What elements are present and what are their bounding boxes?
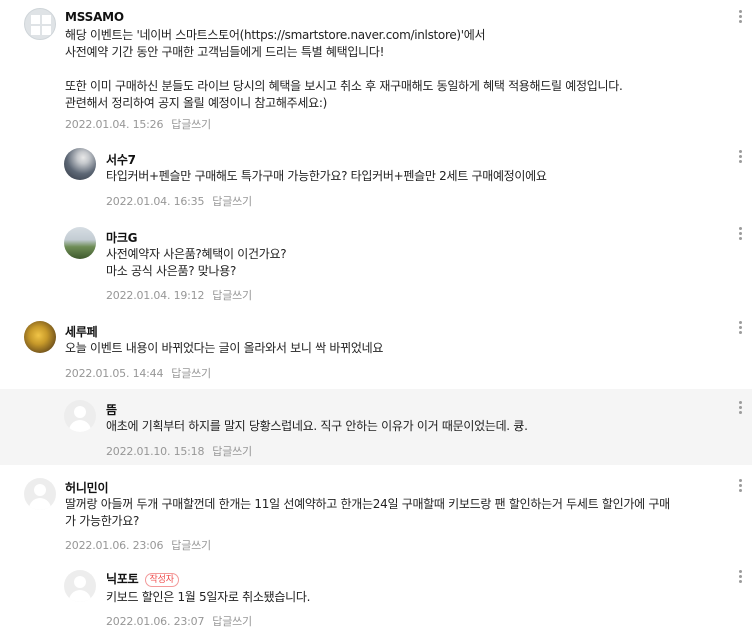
avatar[interactable] (64, 148, 96, 180)
more-options-icon[interactable] (739, 570, 743, 585)
reply-button[interactable]: 답글쓰기 (212, 195, 252, 208)
comment-item: 닉포토 작성자 키보드 할인은 1월 5일자로 취소됐습니다. 2022.01.0… (0, 560, 752, 642)
comment-author[interactable]: 허니민이 (65, 479, 109, 496)
avatar[interactable] (64, 400, 96, 432)
reply-button[interactable]: 답글쓰기 (171, 367, 211, 380)
more-options-icon[interactable] (739, 150, 743, 165)
comment-text: 키보드 할인은 1월 5일자로 취소됐습니다. (106, 590, 311, 604)
comment-author[interactable]: 닉포토 작성자 (106, 570, 179, 587)
avatar[interactable] (24, 478, 56, 510)
author-badge: 작성자 (144, 573, 179, 587)
more-options-icon[interactable] (739, 321, 743, 336)
comment-item: 서수7 타입커버+펜슬만 구매해도 특가구매 가능한가요? 타입커버+펜슬만 2… (0, 140, 752, 215)
comment-text: 해당 이벤트는 '네이버 스마트스토어(https://smartstore.n… (65, 28, 623, 110)
comment-item: MSSAMO 해당 이벤트는 '네이버 스마트스토어(https://smart… (0, 0, 752, 140)
window-logo-icon (31, 15, 51, 35)
comment-author[interactable]: 세루페 (65, 323, 98, 340)
comment-text: 딸꺼랑 아들꺼 두개 구매할껀데 한개는 11일 선예약하고 한개는24일 구매… (65, 497, 670, 528)
comment-meta: 2022.01.04. 19:12 답글쓰기 (106, 287, 252, 303)
more-options-icon[interactable] (739, 10, 743, 25)
more-options-icon[interactable] (739, 401, 743, 416)
comment-item: 허니민이 딸꺼랑 아들꺼 두개 구매할껀데 한개는 11일 선예약하고 한개는2… (0, 465, 752, 560)
reply-button[interactable]: 답글쓰기 (212, 615, 252, 628)
more-options-icon[interactable] (739, 227, 743, 242)
comment-text: 오늘 이벤트 내용이 바뀌었다는 글이 올라와서 보니 싹 바뀌었네요 (65, 341, 384, 355)
reply-button[interactable]: 답글쓰기 (171, 118, 211, 131)
comment-item: 세루페 오늘 이벤트 내용이 바뀌었다는 글이 올라와서 보니 싹 바뀌었네요 … (0, 310, 752, 390)
comment-meta: 2022.01.10. 15:18 답글쓰기 (106, 443, 252, 459)
comment-date: 2022.01.10. 15:18 (106, 445, 205, 458)
comment-author[interactable]: 뜸 (106, 401, 117, 418)
reply-button[interactable]: 답글쓰기 (212, 445, 252, 458)
comment-date: 2022.01.04. 15:26 (65, 118, 164, 131)
avatar[interactable] (64, 570, 96, 602)
comment-author[interactable]: 마크G (106, 229, 138, 246)
comment-date: 2022.01.06. 23:06 (65, 539, 164, 552)
comment-meta: 2022.01.05. 14:44 답글쓰기 (65, 365, 211, 381)
comment-author-name: 닉포토 (106, 572, 139, 586)
comment-item: 뜸 애초에 기획부터 하지를 말지 당황스럽네요. 직구 안하는 이유가 이거 … (0, 389, 752, 465)
comment-date: 2022.01.04. 16:35 (106, 195, 205, 208)
comment-date: 2022.01.05. 14:44 (65, 367, 164, 380)
avatar[interactable] (64, 227, 96, 259)
avatar[interactable] (24, 321, 56, 353)
comment-item: 마크G 사전예약자 사은품?혜택이 이건가요? 마소 공식 사은품? 맞나용? … (0, 215, 752, 310)
comment-author[interactable]: MSSAMO (65, 10, 124, 24)
comment-meta: 2022.01.06. 23:07 답글쓰기 (106, 613, 252, 629)
comment-meta: 2022.01.04. 15:26 답글쓰기 (65, 116, 211, 132)
reply-button[interactable]: 답글쓰기 (171, 539, 211, 552)
comment-text: 타입커버+펜슬만 구매해도 특가구매 가능한가요? 타입커버+펜슬만 2세트 구… (106, 169, 547, 183)
comment-text: 사전예약자 사은품?혜택이 이건가요? 마소 공식 사은품? 맞나용? (106, 247, 287, 278)
comment-meta: 2022.01.06. 23:06 답글쓰기 (65, 537, 211, 553)
comment-author[interactable]: 서수7 (106, 151, 136, 168)
comment-text: 애초에 기획부터 하지를 말지 당황스럽네요. 직구 안하는 이유가 이거 때문… (106, 419, 528, 433)
avatar[interactable] (24, 8, 56, 40)
reply-button[interactable]: 답글쓰기 (212, 289, 252, 302)
comment-meta: 2022.01.04. 16:35 답글쓰기 (106, 193, 252, 209)
more-options-icon[interactable] (739, 479, 743, 494)
comment-date: 2022.01.04. 19:12 (106, 289, 205, 302)
comment-date: 2022.01.06. 23:07 (106, 615, 205, 628)
